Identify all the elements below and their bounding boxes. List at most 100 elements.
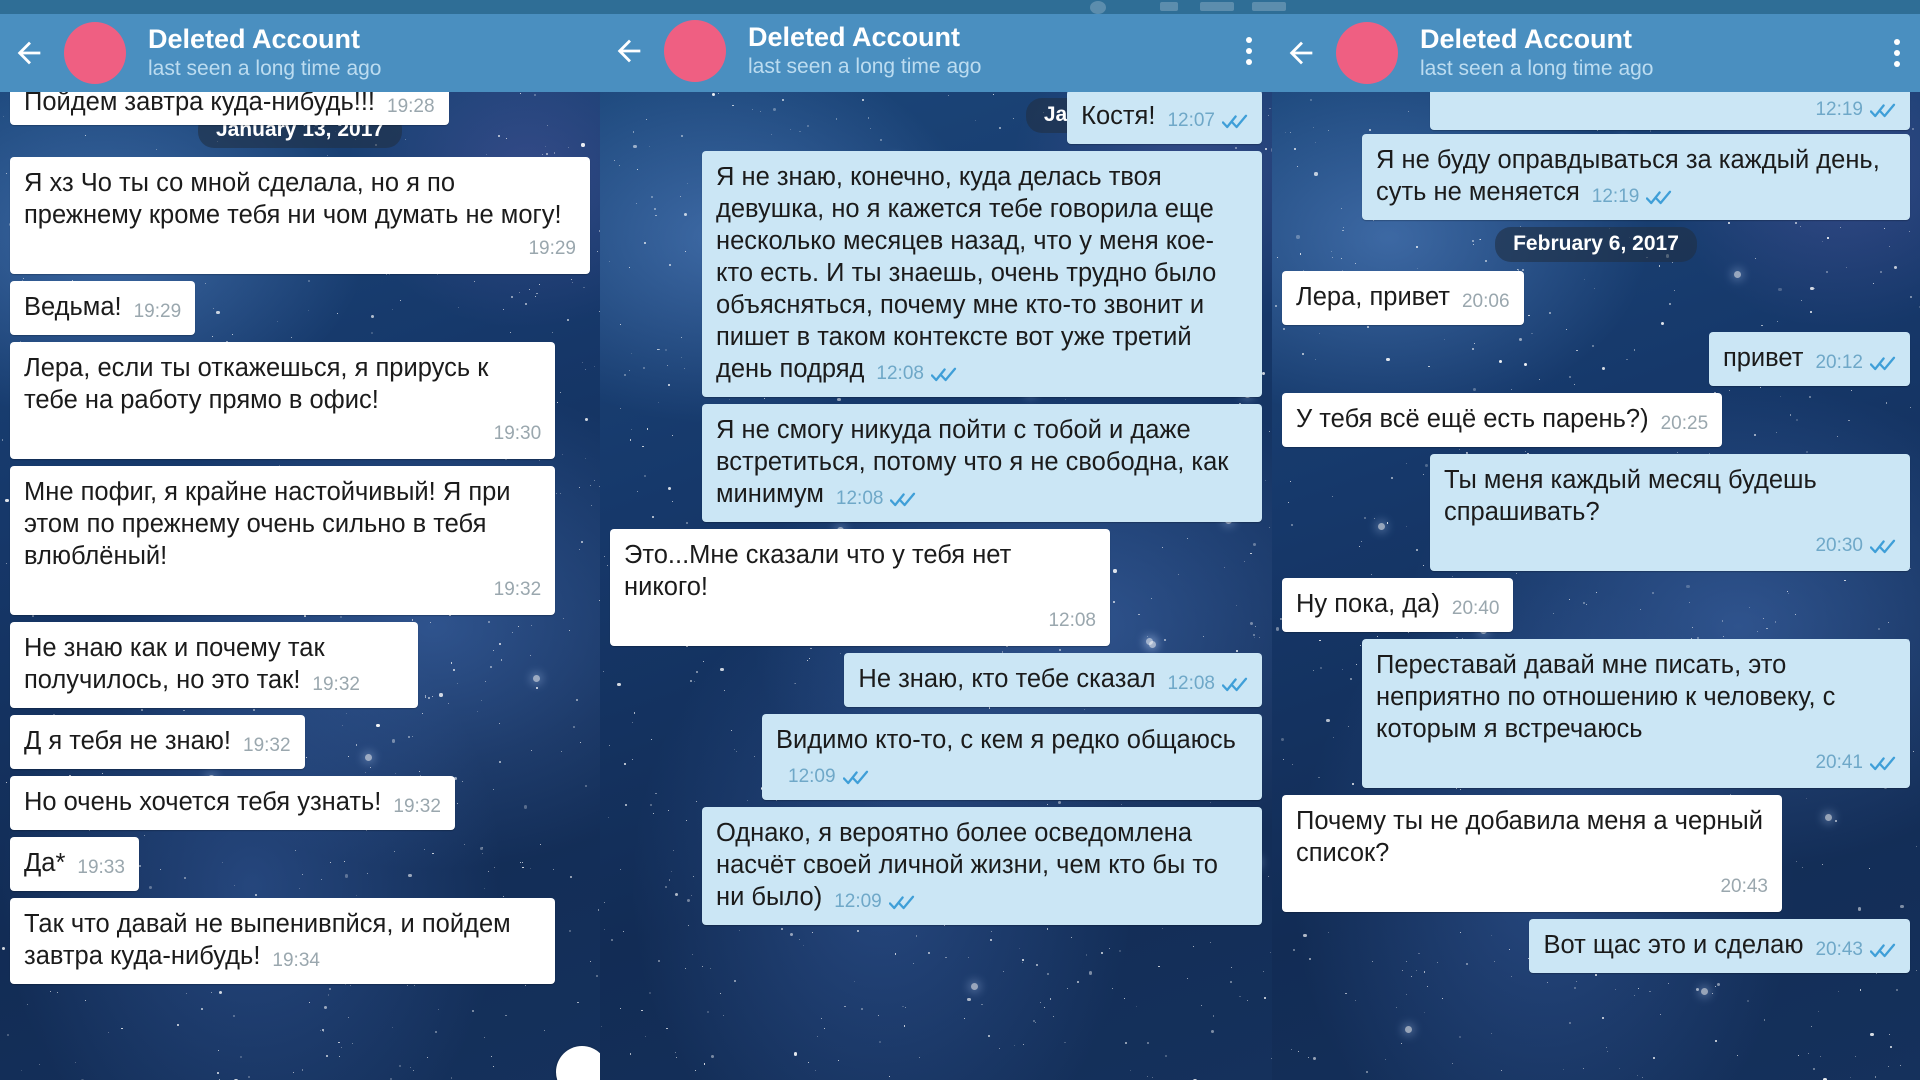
message-time: 12:08 xyxy=(1167,673,1215,694)
message-bubble[interactable]: Вот щас это и сделаю 20:43 xyxy=(1529,919,1910,973)
message-row[interactable]: У тебя всё ещё есть парень?) 20:25 xyxy=(1272,393,1920,447)
message-time: 19:28 xyxy=(387,96,435,117)
message-row[interactable]: Костя! 12:07 xyxy=(600,90,1272,144)
message-row[interactable]: Не знаю как и почему так получилось, но … xyxy=(0,622,600,708)
message-row[interactable]: Я хз Чо ты со мной сделала, но я по преж… xyxy=(0,157,600,274)
message-bubble[interactable]: Не знаю, кто тебе сказал 12:08 xyxy=(844,653,1262,707)
message-meta: 20:43 xyxy=(1815,934,1896,966)
kebab-menu-icon[interactable] xyxy=(1874,14,1920,92)
message-bubble[interactable]: Я не знаю, конечно, куда делась твоя дев… xyxy=(702,151,1262,397)
message-row[interactable]: Ну пока, да) 20:40 xyxy=(1272,578,1920,632)
double-check-read-icon xyxy=(930,367,957,382)
message-text: Ведьма! xyxy=(24,293,122,321)
message-meta: 12:08 xyxy=(836,483,917,515)
message-bubble[interactable]: Да* 19:33 xyxy=(10,837,139,891)
message-row[interactable]: Ведьма! 19:29 xyxy=(0,281,600,335)
message-row[interactable]: Лера, привет 20:06 xyxy=(1272,271,1920,325)
message-meta: 19:32 xyxy=(243,730,291,762)
message-time: 20:40 xyxy=(1451,598,1500,619)
message-bubble[interactable]: Почему ты не добавила меня а черный спис… xyxy=(1282,795,1782,912)
message-bubble[interactable]: Переставай давай мне писать, это неприят… xyxy=(1362,639,1910,788)
header-titles-2[interactable]: Deleted Account last seen a long time ag… xyxy=(748,22,1226,80)
message-bubble[interactable]: Ведьма! 19:29 xyxy=(10,281,196,335)
message-bubble[interactable]: Это...Мне сказали что у тебя нет никого!… xyxy=(610,529,1110,646)
message-meta: 20:06 xyxy=(1462,286,1510,318)
double-check-read-icon xyxy=(888,895,915,910)
message-bubble[interactable]: привет 20:12 xyxy=(1708,332,1910,386)
double-check-read-icon xyxy=(842,770,869,785)
message-time: 20:41 xyxy=(1815,752,1863,773)
chat-panel-2: Deleted Account last seen a long time ag… xyxy=(600,0,1272,1080)
message-time: 12:08 xyxy=(876,363,924,384)
message-meta: 20:30 xyxy=(1444,530,1896,562)
message-row[interactable]: Но очень хочется тебя узнать! 19:32 xyxy=(0,776,600,830)
message-bubble[interactable]: Лера, привет 20:06 xyxy=(1282,271,1524,325)
message-text: Так что давай не выпенивпйся, и пойдем з… xyxy=(24,910,511,970)
message-row[interactable]: 12:19 xyxy=(1272,92,1920,130)
message-bubble[interactable]: Я хз Чо ты со мной сделала, но я по преж… xyxy=(10,157,590,274)
message-row[interactable]: Я не знаю, конечно, куда делась твоя дев… xyxy=(600,151,1272,397)
message-bubble[interactable]: Ты меня каждый месяц будешь спрашивать? … xyxy=(1430,454,1910,571)
contact-avatar[interactable] xyxy=(664,20,726,82)
message-row[interactable]: Переставай давай мне писать, это неприят… xyxy=(1272,639,1920,788)
message-text: Не знаю как и почему так получилось, но … xyxy=(24,634,325,694)
message-bubble[interactable]: Ну пока, да) 20:40 xyxy=(1282,578,1514,632)
message-row[interactable]: Так что давай не выпенивпйся, и пойдем з… xyxy=(0,898,600,984)
contact-last-seen: last seen a long time ago xyxy=(748,55,982,78)
chat-header-1: Deleted Account last seen a long time ag… xyxy=(0,14,600,92)
message-row[interactable]: привет 20:12 xyxy=(1272,332,1920,386)
message-text: Я не знаю, конечно, куда делась твоя дев… xyxy=(716,163,1217,383)
message-bubble[interactable]: Однако, я вероятно более осведомлена нас… xyxy=(702,807,1262,925)
message-time: 19:32 xyxy=(493,579,542,600)
message-bubble[interactable]: Так что давай не выпенивпйся, и пойдем з… xyxy=(10,898,556,984)
message-bubble[interactable]: Видимо кто-то, с кем я редко общаюсь 12:0… xyxy=(762,714,1262,800)
back-arrow-icon[interactable] xyxy=(1272,36,1330,70)
chat-panel-1: Deleted Account last seen a long time ag… xyxy=(0,0,600,1080)
message-row[interactable]: Я не смогу никуда пойти с тобой и даже в… xyxy=(600,404,1272,522)
message-row[interactable]: Почему ты не добавила меня а черный спис… xyxy=(1272,795,1920,912)
message-bubble[interactable]: Я не буду оправдываться за каждый день, … xyxy=(1362,134,1910,220)
back-arrow-icon[interactable] xyxy=(0,36,58,70)
contact-avatar[interactable] xyxy=(1336,22,1398,84)
message-bubble[interactable]: Но очень хочется тебя узнать! 19:32 xyxy=(10,776,455,830)
message-text: Я хз Чо ты со мной сделала, но я по преж… xyxy=(24,169,562,229)
message-row[interactable]: Это...Мне сказали что у тебя нет никого!… xyxy=(600,529,1272,646)
message-row[interactable]: Не знаю, кто тебе сказал 12:08 xyxy=(600,653,1272,707)
message-text: Однако, я вероятно более осведомлена нас… xyxy=(716,819,1218,911)
message-bubble[interactable]: Костя! 12:07 xyxy=(1067,90,1262,144)
back-arrow-icon[interactable] xyxy=(600,34,658,68)
message-bubble[interactable]: У тебя всё ещё есть парень?) 20:25 xyxy=(1282,393,1723,447)
kebab-menu-icon[interactable] xyxy=(1226,10,1272,92)
message-meta: 12:08 xyxy=(624,605,1096,637)
message-row[interactable]: Однако, я вероятно более осведомлена нас… xyxy=(600,807,1272,925)
message-row[interactable]: Я не буду оправдываться за каждый день, … xyxy=(1272,134,1920,220)
message-row[interactable]: Да* 19:33 xyxy=(0,837,600,891)
message-row[interactable]: Ты меня каждый месяц будешь спрашивать? … xyxy=(1272,454,1920,571)
message-bubble[interactable]: Лера, если ты откажешься, я прирусь к те… xyxy=(10,342,556,459)
message-bubble[interactable]: Я не смогу никуда пойти с тобой и даже в… xyxy=(702,404,1262,522)
message-bubble[interactable]: 12:19 xyxy=(1430,92,1910,130)
message-text: Да* xyxy=(24,849,66,877)
message-text: Видимо кто-то, с кем я редко общаюсь xyxy=(776,726,1236,754)
message-text: Я не смогу никуда пойти с тобой и даже в… xyxy=(716,416,1229,508)
double-check-read-icon xyxy=(1870,539,1896,554)
message-text: Пойдем завтра куда-нибудь!!! xyxy=(24,88,376,116)
message-row[interactable]: Д я тебя не знаю! 19:32 xyxy=(0,715,600,769)
message-meta: 19:28 xyxy=(387,91,435,123)
message-time: 19:32 xyxy=(312,674,360,695)
contact-avatar[interactable] xyxy=(64,22,126,84)
message-bubble[interactable]: Д я тебя не знаю! 19:32 xyxy=(10,715,305,769)
message-row[interactable]: Вот щас это и сделаю 20:43 xyxy=(1272,919,1920,973)
message-text: Д я тебя не знаю! xyxy=(24,727,231,755)
contact-last-seen: last seen a long time ago xyxy=(148,57,382,80)
message-meta: 12:19 xyxy=(1592,181,1673,213)
header-titles-3[interactable]: Deleted Account last seen a long time ag… xyxy=(1420,24,1874,82)
message-bubble[interactable]: Мне пофиг, я крайне настойчивый! Я при э… xyxy=(10,466,556,615)
message-row[interactable]: Видимо кто-то, с кем я редко общаюсь 12:0… xyxy=(600,714,1272,800)
date-divider: February 6, 2017 xyxy=(1272,227,1920,262)
message-meta: 12:08 xyxy=(1167,668,1248,700)
message-bubble[interactable]: Не знаю как и почему так получилось, но … xyxy=(10,622,418,708)
message-row[interactable]: Лера, если ты откажешься, я прирусь к те… xyxy=(0,342,600,459)
message-row[interactable]: Мне пофиг, я крайне настойчивый! Я при э… xyxy=(0,466,600,615)
header-titles-1[interactable]: Deleted Account last seen a long time ag… xyxy=(148,24,600,82)
